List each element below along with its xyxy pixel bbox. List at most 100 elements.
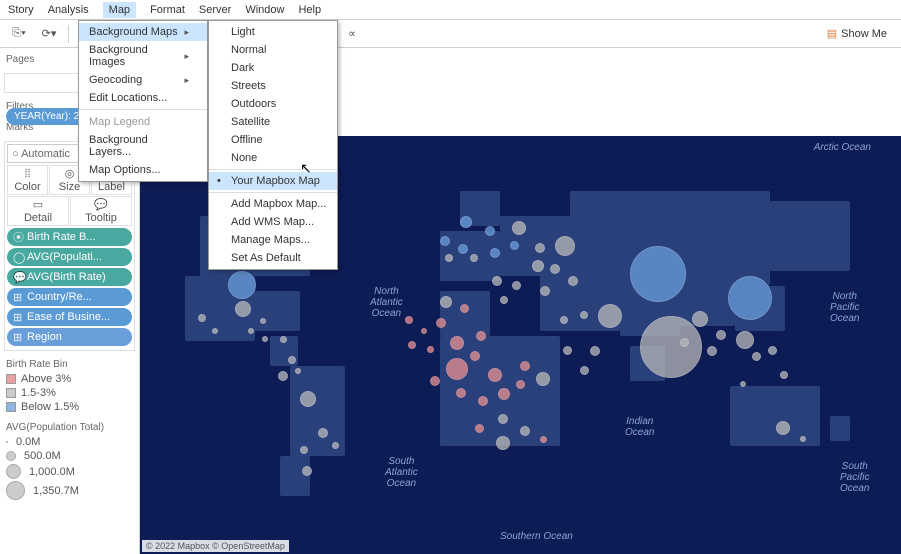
data-mark[interactable] — [300, 446, 308, 454]
data-mark[interactable] — [198, 314, 206, 322]
data-mark[interactable] — [408, 341, 416, 349]
data-mark[interactable] — [288, 356, 296, 364]
data-mark[interactable] — [488, 368, 502, 382]
submenu-item[interactable]: Your Mapbox Map — [209, 172, 337, 190]
pill[interactable]: ◯AVG(Populati... — [7, 248, 132, 266]
data-mark[interactable] — [736, 331, 754, 349]
submenu-item[interactable]: None — [209, 149, 337, 167]
data-mark[interactable] — [580, 311, 588, 319]
data-mark[interactable] — [458, 244, 468, 254]
data-mark[interactable] — [496, 436, 510, 450]
data-mark[interactable] — [470, 351, 480, 361]
data-mark[interactable] — [540, 286, 550, 296]
data-mark[interactable] — [476, 331, 486, 341]
data-mark[interactable] — [520, 361, 530, 371]
data-mark[interactable] — [318, 428, 328, 438]
data-source-icon[interactable]: ⎘▾ — [8, 24, 30, 44]
data-mark[interactable] — [427, 346, 434, 353]
data-mark[interactable] — [590, 346, 600, 356]
legend-item[interactable]: Above 3% — [4, 372, 135, 386]
data-mark[interactable] — [248, 328, 254, 334]
data-mark[interactable] — [580, 366, 589, 375]
data-mark[interactable] — [516, 380, 525, 389]
menu-analysis[interactable]: Analysis — [48, 4, 89, 16]
data-mark[interactable] — [776, 421, 790, 435]
data-mark[interactable] — [262, 336, 268, 342]
data-mark[interactable] — [498, 388, 510, 400]
data-mark[interactable] — [332, 442, 339, 449]
data-mark[interactable] — [446, 358, 468, 380]
data-mark[interactable] — [716, 330, 726, 340]
menu-server[interactable]: Server — [199, 4, 231, 16]
show-me-button[interactable]: ▤ Show Me — [821, 25, 893, 42]
data-mark[interactable] — [780, 371, 788, 379]
pill[interactable]: ⊞Region — [7, 328, 132, 346]
data-mark[interactable] — [500, 296, 508, 304]
data-mark[interactable] — [228, 271, 256, 299]
data-mark[interactable] — [302, 466, 312, 476]
data-mark[interactable] — [478, 396, 488, 406]
submenu-item[interactable]: Outdoors — [209, 95, 337, 113]
menu-story[interactable]: Story — [8, 4, 34, 16]
submenu-item[interactable]: Offline — [209, 131, 337, 149]
data-mark[interactable] — [470, 254, 478, 262]
data-mark[interactable] — [512, 221, 526, 235]
pill[interactable]: ⊞Country/Re... — [7, 288, 132, 306]
menu-item[interactable]: Geocoding — [79, 71, 207, 89]
pill[interactable]: ⦿Birth Rate B... — [7, 228, 132, 246]
data-mark[interactable] — [680, 338, 689, 347]
data-mark[interactable] — [752, 352, 761, 361]
data-mark[interactable] — [475, 424, 484, 433]
data-mark[interactable] — [405, 316, 413, 324]
data-mark[interactable] — [300, 391, 316, 407]
data-mark[interactable] — [278, 371, 288, 381]
menu-help[interactable]: Help — [298, 4, 321, 16]
submenu-item[interactable]: Normal — [209, 41, 337, 59]
pill[interactable]: 💬AVG(Birth Rate) — [7, 268, 132, 286]
submenu-item[interactable]: Satellite — [209, 113, 337, 131]
data-mark[interactable] — [535, 243, 545, 253]
data-mark[interactable] — [235, 301, 251, 317]
data-mark[interactable] — [260, 318, 266, 324]
data-mark[interactable] — [421, 328, 427, 334]
marks-tooltip[interactable]: 💬Tooltip — [70, 196, 132, 226]
data-mark[interactable] — [445, 254, 453, 262]
data-mark[interactable] — [768, 346, 777, 355]
data-mark[interactable] — [563, 346, 572, 355]
legend-item[interactable]: 1.5-3% — [4, 386, 135, 400]
data-mark[interactable] — [512, 281, 521, 290]
submenu-item[interactable]: Manage Maps... — [209, 231, 337, 249]
menu-format[interactable]: Format — [150, 4, 185, 16]
menu-item[interactable]: Background Layers... — [79, 131, 207, 161]
submenu-item[interactable]: Streets — [209, 77, 337, 95]
data-mark[interactable] — [550, 264, 560, 274]
submenu-item[interactable]: Dark — [209, 59, 337, 77]
refresh-icon[interactable]: ⟳▾ — [38, 24, 60, 44]
data-mark[interactable] — [640, 316, 702, 378]
data-mark[interactable] — [460, 216, 472, 228]
menu-map[interactable]: Map — [103, 2, 136, 18]
data-mark[interactable] — [460, 304, 469, 313]
data-mark[interactable] — [450, 336, 464, 350]
data-mark[interactable] — [560, 316, 568, 324]
menu-item[interactable]: Background Maps — [79, 23, 207, 41]
data-mark[interactable] — [740, 381, 746, 387]
data-mark[interactable] — [498, 414, 508, 424]
data-mark[interactable] — [490, 248, 500, 258]
data-mark[interactable] — [540, 436, 547, 443]
menu-window[interactable]: Window — [245, 4, 284, 16]
data-mark[interactable] — [520, 426, 530, 436]
data-mark[interactable] — [707, 346, 717, 356]
data-mark[interactable] — [456, 388, 466, 398]
data-mark[interactable] — [440, 236, 450, 246]
data-mark[interactable] — [212, 328, 218, 334]
menu-item[interactable]: Background Images — [79, 41, 207, 71]
data-mark[interactable] — [532, 260, 544, 272]
data-mark[interactable] — [485, 226, 495, 236]
data-mark[interactable] — [630, 246, 686, 302]
data-mark[interactable] — [492, 276, 502, 286]
marks-detail[interactable]: ▭Detail — [7, 196, 69, 226]
data-mark[interactable] — [295, 368, 301, 374]
submenu-item[interactable]: Add Mapbox Map... — [209, 195, 337, 213]
data-mark[interactable] — [598, 304, 622, 328]
